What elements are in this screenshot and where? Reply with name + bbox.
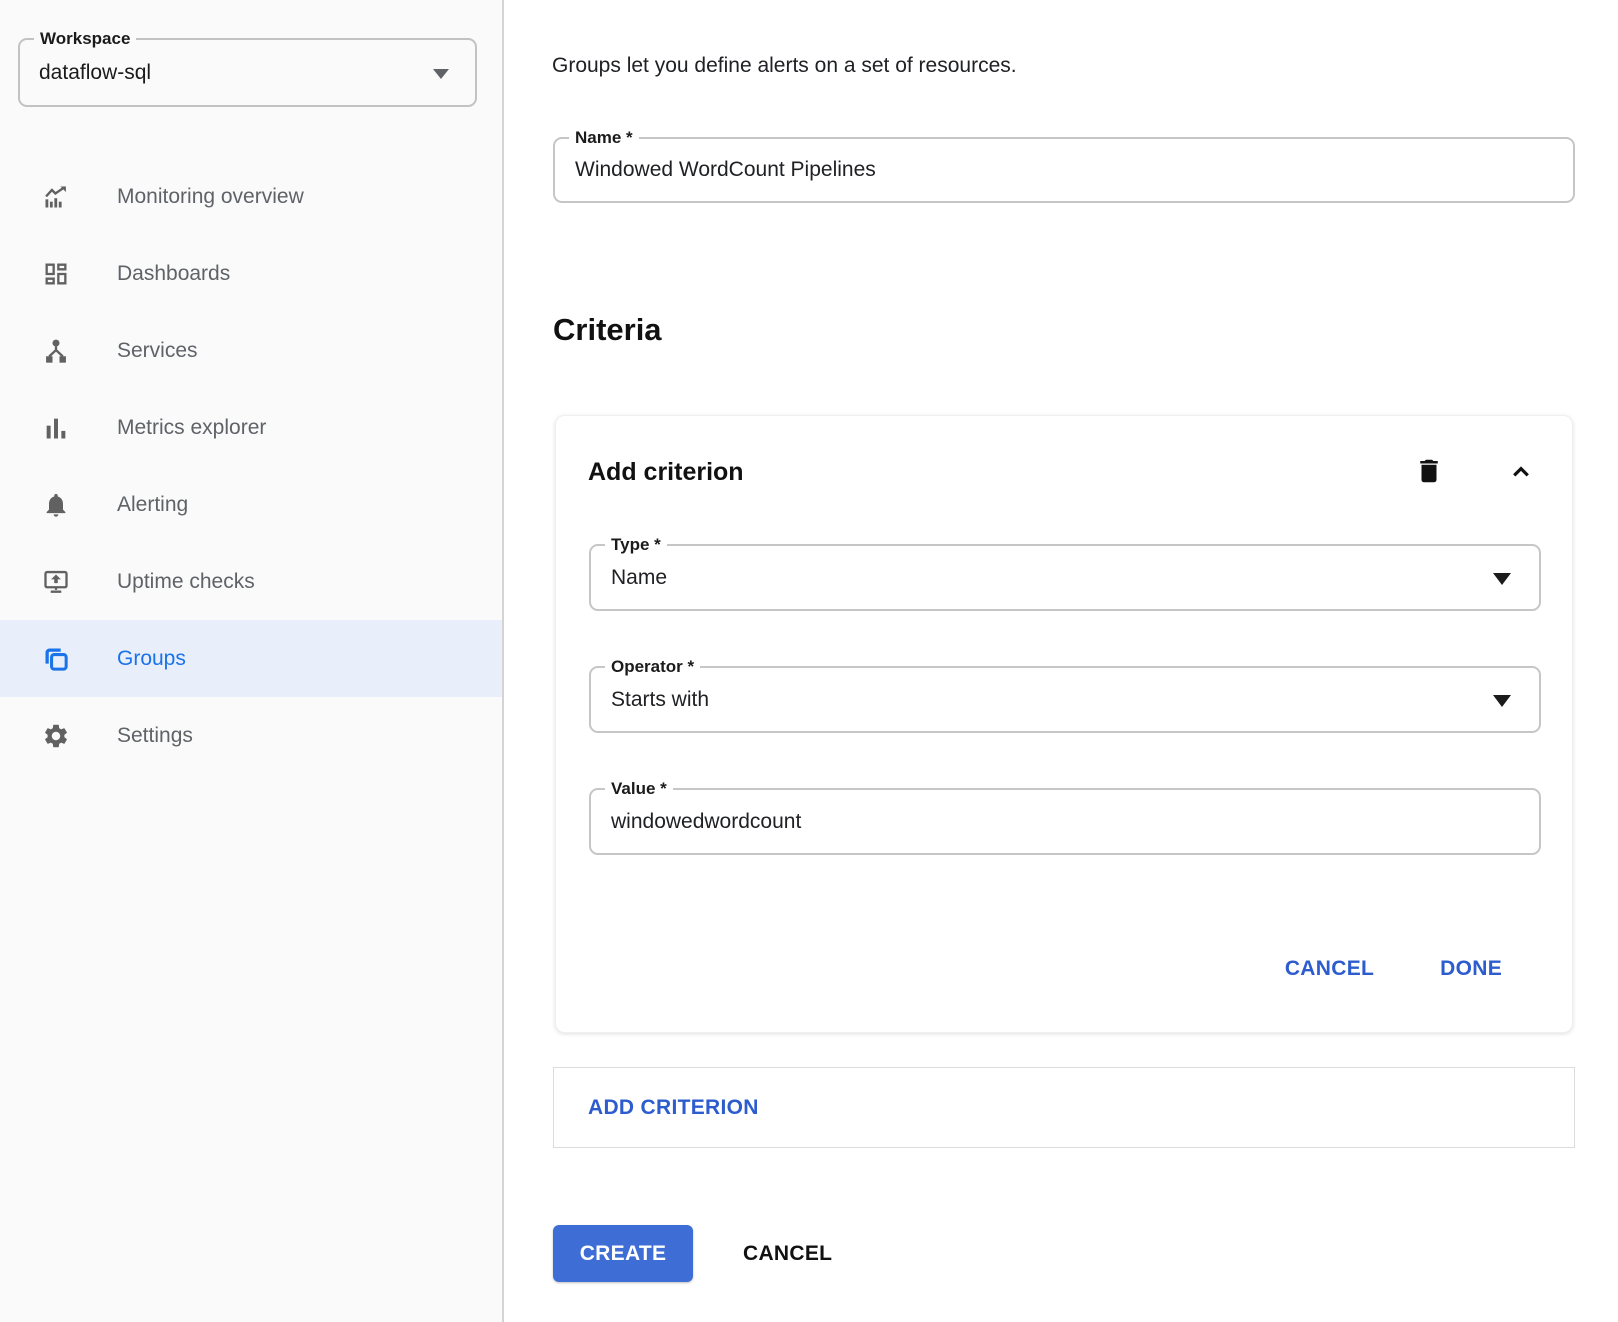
operator-select[interactable]: Operator * Starts with [589,666,1541,733]
type-select[interactable]: Type * Name [589,544,1541,611]
cancel-button[interactable]: CANCEL [743,1242,832,1266]
sidebar: Workspace dataflow-sql Monitoring overvi… [0,0,504,1322]
sidebar-item-alerting[interactable]: Alerting [0,466,502,543]
dropdown-arrow-icon [1493,695,1511,707]
sidebar-item-label: Alerting [117,493,188,517]
dropdown-arrow-icon [1493,573,1511,585]
add-criterion-button[interactable]: ADD CRITERION [588,1096,759,1120]
create-button[interactable]: CREATE [553,1225,693,1282]
metrics-explorer-icon [42,414,70,442]
groups-description: Groups let you define alerts on a set of… [552,54,1017,78]
collapse-criterion-button[interactable] [1506,456,1536,486]
add-criterion-box: ADD CRITERION [553,1067,1575,1148]
alerting-bell-icon [42,491,70,519]
type-select-value: Name [611,546,667,609]
workspace-value: dataflow-sql [39,40,151,105]
delete-criterion-button[interactable] [1414,456,1444,486]
dashboards-icon [42,260,70,288]
sidebar-item-uptime-checks[interactable]: Uptime checks [0,543,502,620]
services-icon [42,337,70,365]
sidebar-item-metrics-explorer[interactable]: Metrics explorer [0,389,502,466]
name-field-label: Name * [569,127,639,149]
criterion-cancel-button[interactable]: CANCEL [1285,957,1374,981]
sidebar-item-settings[interactable]: Settings [0,697,502,774]
main-content: Groups let you define alerts on a set of… [506,0,1618,1322]
criterion-card-footer: CANCEL DONE [1285,957,1502,981]
groups-icon [42,645,70,673]
criteria-heading: Criteria [553,312,662,348]
sidebar-item-groups[interactable]: Groups [0,620,502,697]
bottom-actions: CREATE CANCEL [553,1225,832,1282]
name-field: Name * [553,137,1575,203]
sidebar-nav: Monitoring overview Dashboards Services … [0,158,502,774]
sidebar-item-label: Settings [117,724,193,748]
operator-select-value: Starts with [611,668,709,731]
sidebar-item-label: Uptime checks [117,570,255,594]
name-input[interactable] [555,139,1573,201]
sidebar-item-label: Services [117,339,198,363]
value-input[interactable] [591,790,1539,853]
add-criterion-card: Add criterion Type * Name Operator * Sta… [555,415,1573,1033]
workspace-select[interactable]: Workspace dataflow-sql [18,38,477,107]
chevron-up-icon [1506,456,1536,486]
sidebar-item-label: Monitoring overview [117,185,304,209]
sidebar-item-dashboards[interactable]: Dashboards [0,235,502,312]
chevron-down-icon [433,69,449,79]
value-field: Value * [589,788,1541,855]
monitoring-overview-icon [42,183,70,211]
settings-gear-icon [42,722,70,750]
criterion-card-actions [1414,456,1536,486]
trash-icon [1414,456,1444,486]
sidebar-item-label: Dashboards [117,262,230,286]
criterion-card-title: Add criterion [588,458,744,487]
sidebar-item-services[interactable]: Services [0,312,502,389]
sidebar-item-label: Groups [117,647,186,671]
sidebar-item-label: Metrics explorer [117,416,266,440]
uptime-checks-icon [42,568,70,596]
sidebar-item-monitoring-overview[interactable]: Monitoring overview [0,158,502,235]
value-field-label: Value * [605,778,673,800]
criterion-done-button[interactable]: DONE [1440,957,1502,981]
